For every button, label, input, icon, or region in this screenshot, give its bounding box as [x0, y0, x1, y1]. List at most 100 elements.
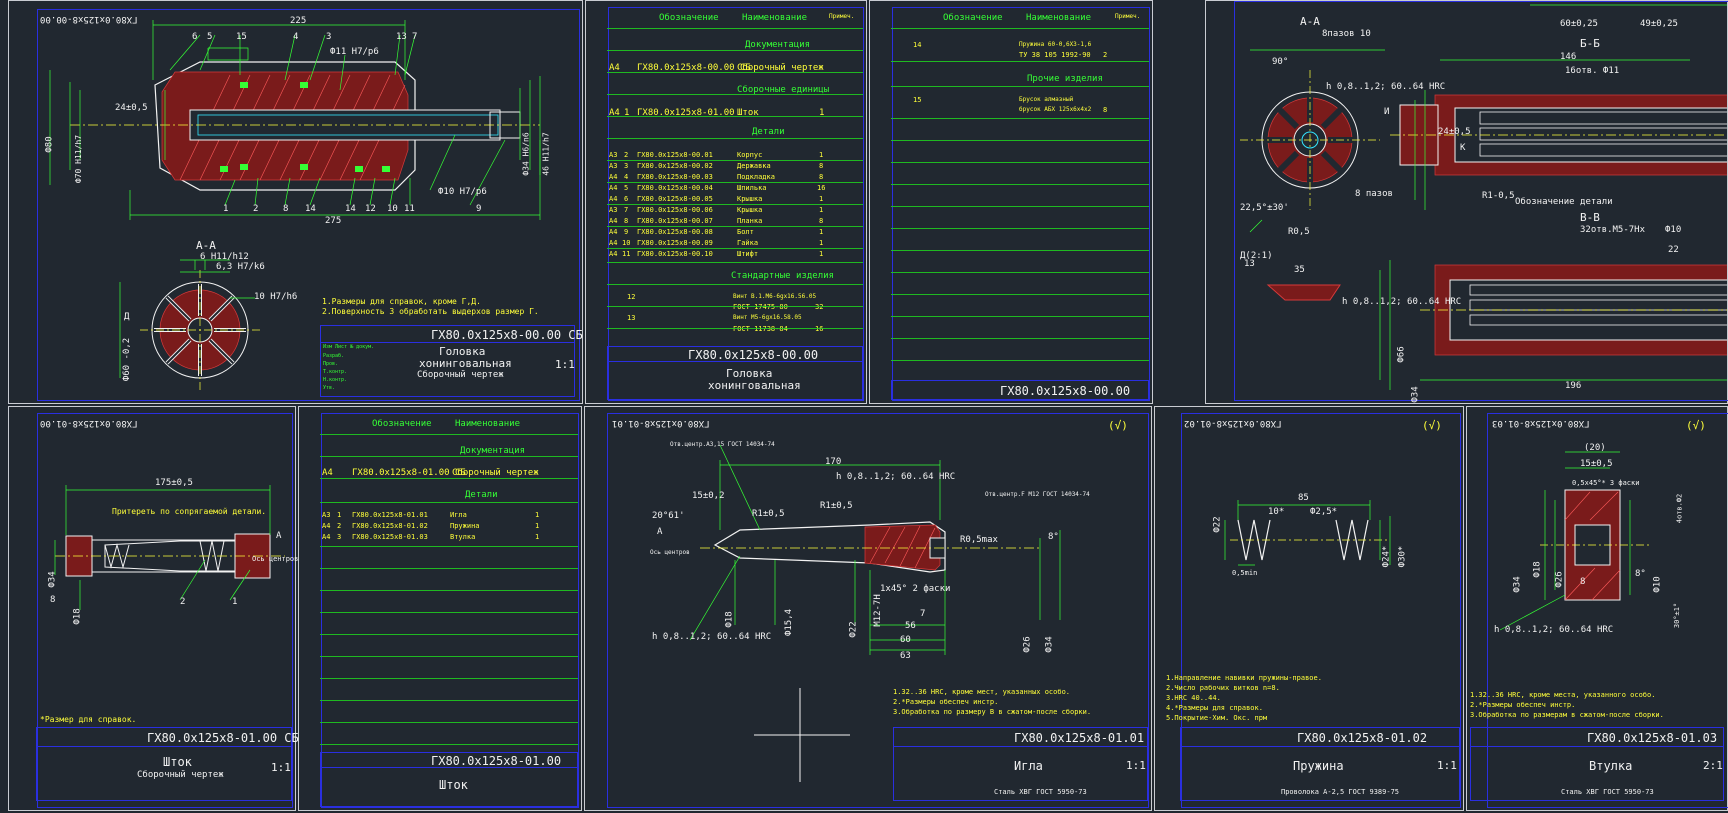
- stamp-assembly: ГХ80.0х125х8-00.00 СБ: [431, 328, 583, 342]
- body-d22: 22,5°±30': [1240, 203, 1289, 213]
- rod-stamp: ГХ80.0х125х8-01.00 СБ: [147, 731, 299, 745]
- needle-axis: Ось центров: [650, 549, 690, 556]
- sleeve-note3: 3.Обработка по размерам в сжатом-после с…: [1470, 711, 1664, 719]
- spring-title: Пружина: [1293, 759, 1344, 773]
- body-d146: 146: [1560, 52, 1577, 62]
- spring-note3: 3.HRC 40..44.: [1166, 694, 1221, 702]
- needle-note3: 3.Обработка по размеру В в сжатом-после …: [893, 708, 1092, 716]
- spring-d30: Ф30*: [1397, 545, 1408, 568]
- rod-axis: Ось центров: [252, 555, 299, 563]
- needle-r1: R1±0,5: [752, 509, 785, 519]
- needle-l15: 15±0,2: [692, 491, 725, 501]
- needle-chamfer: 1х45° 2 фаски: [880, 584, 951, 594]
- pos-14b: 14: [345, 204, 356, 214]
- rod-note-fit: Притереть по сопрягаемой детали.: [112, 507, 267, 516]
- needle-title: Игла: [1014, 759, 1043, 773]
- spring-stamp: ГХ80.0х125х8-01.02: [1297, 731, 1428, 745]
- body-d49: 49±0,25: [1640, 19, 1678, 29]
- sleeve-d10: Ф10: [1652, 576, 1663, 593]
- tb-row4: Т.контр.: [323, 369, 348, 375]
- title-block-spring: ГХ80.0х125х8-01.02 Пружина 1:1 Проволока…: [1180, 727, 1460, 801]
- sleeve-material: Сталь ХВГ ГОСТ 5950-73: [1561, 788, 1654, 796]
- title-block-spec1: ГХ80.0х125х8-00.00 Головка хонинговальна…: [607, 346, 863, 400]
- needle-l170: 170: [825, 457, 842, 467]
- sleeve-holes: 4отв.Ф2: [1675, 493, 1684, 524]
- rod-frame-code: ГХ80.0х125х8-01.00: [40, 418, 138, 428]
- sleeve-c: 0,5х45°* 3 фаски: [1572, 479, 1640, 487]
- spring-note4: 4.*Размеры для справок.: [1166, 704, 1263, 712]
- scale: 1:1: [555, 358, 575, 371]
- spec1-title1: Головка: [726, 367, 773, 380]
- sleeve-title: Втулка: [1589, 759, 1633, 773]
- body-d60: 60±0,25: [1560, 19, 1598, 29]
- sleeve-frame-code: ГХ80.0х125х8-01.03: [1492, 418, 1590, 428]
- sleeve-r: 8°: [1635, 569, 1646, 579]
- note-1: 1.Размеры для справок, кроме Г,Д.: [322, 297, 481, 306]
- rod-dim-a: А: [276, 531, 282, 541]
- title-line2: хонинговальная: [419, 357, 512, 370]
- needle-ang8: 8°: [1048, 532, 1059, 542]
- pos-14a: 14: [305, 204, 316, 214]
- needle-d15: Ф15,4: [784, 608, 795, 637]
- fit-2: Ф10 Н7/р6: [438, 187, 487, 197]
- needle-l63: 63: [900, 651, 911, 661]
- title-line1: Головка: [439, 345, 486, 358]
- tb-row6: Утв.: [323, 385, 336, 391]
- pos-5: 5: [207, 32, 213, 42]
- title-block-rod: ГХ80.0х125х8-01.00 СБ Шток Сборочный чер…: [36, 727, 299, 801]
- spec1-stamp: ГХ80.0х125х8-00.00: [688, 348, 819, 362]
- sleeve-note2: 2.*Размеры обеспеч инстр.: [1470, 701, 1576, 709]
- needle-hrc1: h 0,8..1,2; 60..64 HRC: [836, 472, 956, 482]
- body-d10: Ф10: [1665, 225, 1682, 235]
- rod-doc-type: Сборочный чертеж: [137, 770, 224, 780]
- spring-t: 0,5min: [1232, 569, 1258, 577]
- rod-title: Шток: [163, 755, 192, 769]
- spec1-title2: хонинговальная: [708, 379, 801, 392]
- needle-l56: 56: [905, 621, 916, 631]
- needle-d26: Ф26: [1022, 636, 1033, 653]
- sleeve-roughness: (√): [1686, 419, 1706, 432]
- doc-type: Сборочный чертеж: [417, 370, 504, 380]
- body-d35: 35: [1294, 265, 1305, 275]
- needle-angle: 20°61': [652, 511, 685, 521]
- body-r05: R0,5: [1288, 227, 1310, 237]
- spring-frame-code: ГХ80.0х125х8-01.02: [1184, 418, 1282, 428]
- needle-a: А: [657, 527, 663, 537]
- dim-d46: 46 Н11/h7: [541, 132, 551, 176]
- body-d16: 16отв. Ф11: [1565, 66, 1620, 76]
- rod-d18: Ф18: [72, 608, 83, 625]
- spring-scale: 1:1: [1437, 759, 1457, 772]
- rod-pos2: 2: [180, 597, 186, 607]
- spring-roughness: (√): [1422, 419, 1442, 432]
- body-hrc: h 0,8..1,2; 60..64 HRC: [1326, 82, 1446, 92]
- rod-scale: 1:1: [271, 761, 291, 774]
- pos-13: 13: [396, 32, 407, 42]
- pos-3: 3: [326, 32, 332, 42]
- body-d24: 24±0,5: [1438, 127, 1471, 137]
- body-hrc-2: h 0,8..1,2; 60..64 HRC: [1342, 297, 1462, 307]
- body-section-vv: В-В: [1580, 211, 1600, 224]
- spec2-grid: [891, 6, 1149, 374]
- sleeve-angle: 30°±1°: [1673, 602, 1682, 629]
- pos-11: 11: [404, 204, 415, 214]
- dim-overall: 225: [290, 16, 307, 26]
- sleeve-l8: 8: [1580, 577, 1586, 587]
- dim-d60: Ф60 -0,2: [122, 337, 133, 382]
- spring-d22: Ф22: [1212, 516, 1223, 533]
- pos-2: 2: [253, 204, 259, 214]
- body-d13: 13: [1244, 259, 1255, 269]
- pos-7: 7: [412, 32, 418, 42]
- spring-l10: 10*: [1268, 507, 1285, 517]
- rod-dim-len: 175±0,5: [155, 478, 193, 488]
- tb-row1: Изм Лист № докум.: [323, 344, 375, 350]
- fit-s3: 10 Н7/h6: [254, 292, 298, 302]
- frame-code: ГХ80.0х125х8-00.00: [40, 14, 138, 24]
- needle-roughness: (√): [1108, 419, 1128, 432]
- spring-d25: Ф2,5*: [1310, 507, 1338, 517]
- body-d22b: 22: [1668, 245, 1679, 255]
- tb-row2: Разраб.: [323, 353, 345, 359]
- fit-s2: 6,3 Н7/k6: [216, 262, 265, 272]
- sleeve-l15: 15±0,5: [1580, 459, 1613, 469]
- sleeve-hrc: h 0,8..1,2; 60..64 HRC: [1494, 625, 1614, 635]
- needle-c2: Отв.центр.F М12 ГОСТ 14034-74: [985, 491, 1090, 498]
